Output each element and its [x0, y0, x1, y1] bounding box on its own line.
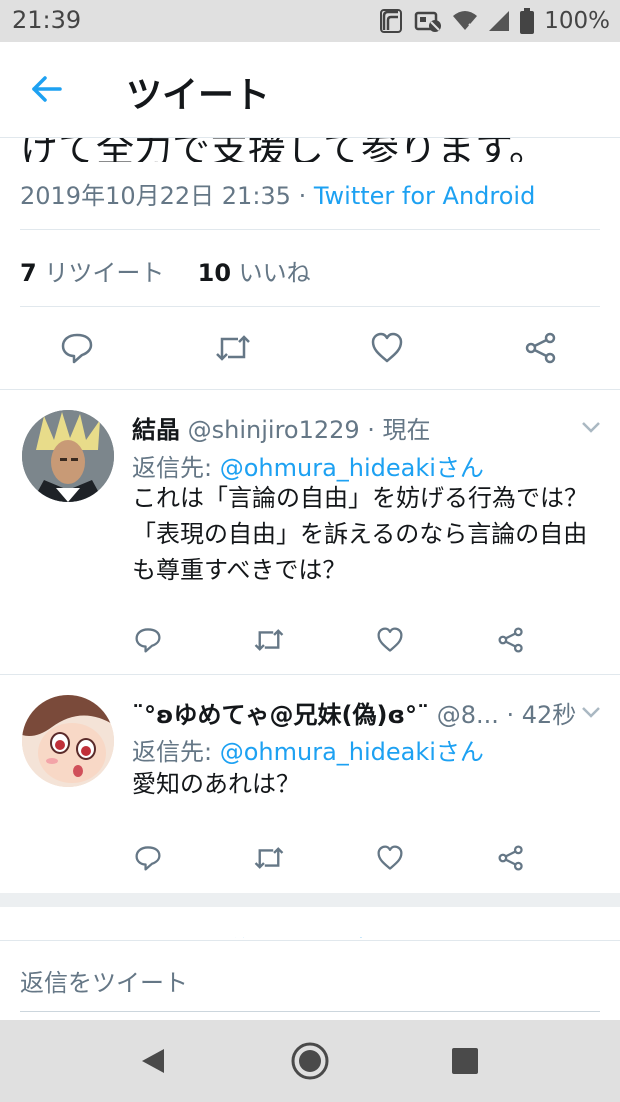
- like-button[interactable]: [362, 620, 418, 660]
- replying-to: 返信先: @ohmura_hideakiさん: [132, 448, 484, 483]
- page-title: ツイート: [126, 75, 271, 116]
- reply-text: これは「言論の自由」を妨げる行為では？「表現の自由」を訴えるのなら言論の自由も尊…: [132, 484, 588, 584]
- reply-button[interactable]: [38, 325, 116, 371]
- retweet-icon: [216, 335, 250, 361]
- share-button[interactable]: [483, 838, 539, 878]
- retweets-count: 7: [20, 259, 37, 287]
- nfc-icon: [380, 9, 403, 33]
- mention-link[interactable]: @ohmura_hideakiさん: [220, 738, 484, 766]
- heart-icon: [371, 332, 403, 363]
- tweet-datetime: 2019年10月22日 21:35: [20, 182, 291, 210]
- divider: [20, 306, 600, 307]
- chevron-down-icon[interactable]: [580, 705, 602, 719]
- chevron-down-icon[interactable]: [580, 420, 602, 434]
- navigation-bar: [0, 1020, 620, 1102]
- reply-time: · 42秒: [498, 701, 577, 729]
- status-bar: 21:39 100%: [0, 0, 620, 42]
- like-button[interactable]: [348, 325, 426, 371]
- display-name[interactable]: 結晶: [132, 416, 180, 444]
- share-icon: [498, 845, 523, 871]
- reply-time: · 現在: [359, 416, 431, 444]
- reply-tweet[interactable]: 結晶 @shinjiro1229 · 現在 返信先: @ohmura_hidea…: [0, 390, 620, 674]
- share-button[interactable]: [502, 325, 580, 371]
- back-nav-icon[interactable]: [140, 1047, 166, 1075]
- reply-button[interactable]: [120, 838, 176, 878]
- share-button[interactable]: [483, 620, 539, 660]
- app-bar: ツイート: [0, 42, 620, 138]
- retweets-stat[interactable]: 7 リツイート: [20, 259, 164, 287]
- compose-bar: [0, 940, 620, 1021]
- tweet-source-link[interactable]: Twitter for Android: [314, 182, 535, 210]
- display-name[interactable]: ¨°ʚゆめてゃ@兄妹(偽)ɞ°¨: [132, 701, 429, 729]
- reply-header: ¨°ʚゆめてゃ@兄妹(偽)ɞ°¨ @8... · 42秒: [132, 695, 576, 730]
- retweet-icon: [254, 629, 284, 651]
- likes-stat[interactable]: 10 いいね: [198, 259, 311, 287]
- show-more-replies[interactable]: 返信をさらに表示: [0, 908, 620, 938]
- replying-prefix: 返信先:: [132, 738, 220, 766]
- likes-count: 10: [197, 259, 232, 287]
- battery-icon: [520, 8, 535, 34]
- reply-icon: [61, 333, 93, 364]
- no-sim-icon: [414, 11, 442, 32]
- avatar-image: [22, 410, 114, 502]
- retweet-icon: [254, 847, 284, 869]
- tweet-meta: 2019年10月22日 21:35 · Twitter for Android: [20, 176, 535, 211]
- wifi-icon: [453, 11, 478, 31]
- retweet-button[interactable]: [241, 620, 297, 660]
- reply-button[interactable]: [120, 620, 176, 660]
- back-arrow-icon[interactable]: [30, 72, 64, 106]
- meta-separator: ·: [290, 182, 314, 210]
- user-handle[interactable]: @shinjiro1229: [188, 416, 360, 444]
- reply-input[interactable]: [20, 955, 600, 1012]
- avatar[interactable]: [22, 410, 114, 502]
- share-icon: [525, 332, 556, 364]
- status-time: 21:39: [12, 6, 82, 34]
- share-icon: [498, 627, 523, 653]
- retweet-button[interactable]: [241, 838, 297, 878]
- tweet-stats: 7 リツイート 10 いいね: [20, 253, 311, 288]
- section-separator: [0, 893, 620, 907]
- mention-link[interactable]: @ohmura_hideakiさん: [220, 454, 484, 482]
- battery-percentage: 100%: [544, 8, 610, 34]
- tweet-actions: [38, 325, 580, 371]
- heart-icon: [377, 845, 403, 870]
- avatar[interactable]: [22, 695, 114, 787]
- retweet-button[interactable]: [194, 325, 272, 371]
- reply-header: 結晶 @shinjiro1229 · 現在: [132, 410, 431, 445]
- reply-actions: [120, 838, 539, 878]
- home-nav-icon[interactable]: [290, 1041, 330, 1081]
- reply-icon: [135, 846, 161, 871]
- reply-text: 愛知のあれは？: [132, 770, 300, 798]
- status-icons: 100%: [378, 6, 610, 36]
- likes-label: いいね: [231, 259, 311, 287]
- tweet-text-cut: けて全力で支援して参ります。: [20, 138, 620, 162]
- tweet-text-tail: けて全力で支援して参ります。: [20, 138, 548, 162]
- heart-icon: [377, 627, 403, 652]
- reply-icon: [135, 628, 161, 653]
- like-button[interactable]: [362, 838, 418, 878]
- reply-tweet[interactable]: ¨°ʚゆめてゃ@兄妹(偽)ɞ°¨ @8... · 42秒 返信先: @ohmur…: [0, 675, 620, 892]
- replying-to: 返信先: @ohmura_hideakiさん: [132, 732, 484, 767]
- replying-prefix: 返信先:: [132, 454, 220, 482]
- recents-nav-icon[interactable]: [452, 1048, 478, 1074]
- retweets-label: リツイート: [36, 259, 165, 287]
- user-handle[interactable]: @8...: [437, 701, 499, 729]
- divider: [20, 229, 600, 230]
- avatar-image: [22, 695, 114, 787]
- show-more-replies-label: 返信をさらに表示: [205, 930, 397, 938]
- signal-icon: [489, 11, 510, 31]
- reply-actions: [120, 620, 539, 660]
